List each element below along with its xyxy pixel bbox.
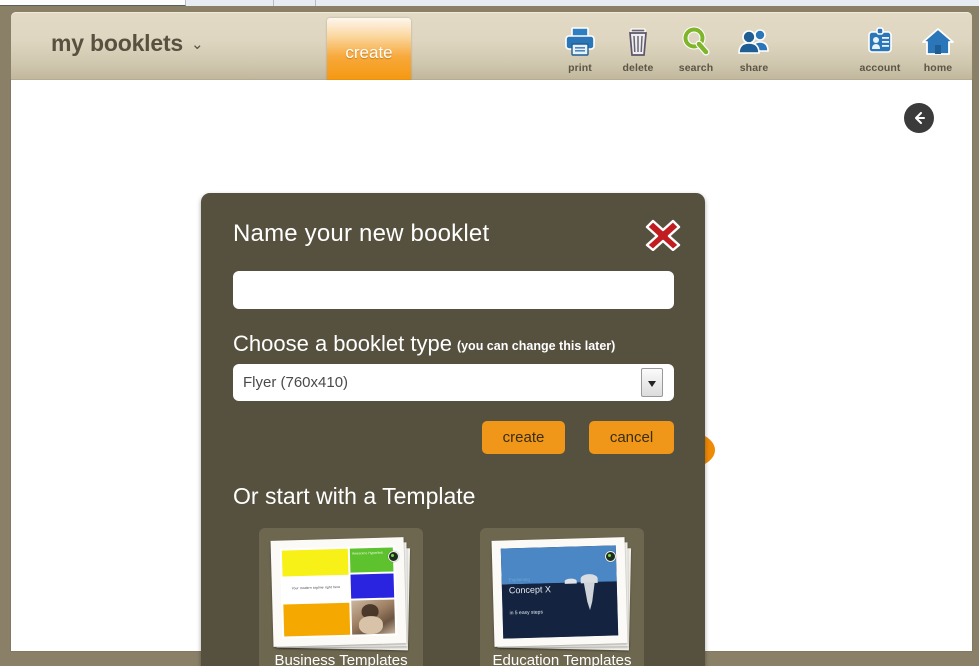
preview-iceberg-top <box>580 573 598 584</box>
toolbar-label-home: home <box>923 62 953 74</box>
chevron-down-icon: ⌄ <box>191 36 204 53</box>
back-button[interactable] <box>904 103 934 133</box>
page-frame: my booklets ⌄ create print delete search… <box>0 6 979 666</box>
preview-line-1: Explaining <box>508 576 530 583</box>
template-caption-business: Business Templates <box>274 652 408 666</box>
create-button[interactable]: create <box>482 421 565 454</box>
preview-line-2: Concept X <box>508 584 552 596</box>
print-icon <box>551 26 609 59</box>
toolbar-button-home[interactable]: home <box>909 26 967 74</box>
template-tile-business[interactable]: Your modern tagline right here Awesome H… <box>259 528 423 666</box>
business-template-preview: Your modern tagline right here Awesome H… <box>279 545 398 639</box>
paper-sheet-front: Your modern tagline right here Awesome H… <box>270 537 407 647</box>
preview-block-blue <box>350 573 395 599</box>
delete-icon <box>609 26 667 59</box>
toolbar-label-print: print <box>568 62 592 74</box>
preview-block-yellow <box>281 548 349 577</box>
dialog-title: Name your new booklet <box>233 220 490 247</box>
toolbar-button-search[interactable]: search <box>667 26 725 74</box>
arrow-left-icon <box>904 110 934 126</box>
home-icon <box>909 26 967 59</box>
template-caption-education: Education Templates <box>492 652 632 666</box>
template-tile-education[interactable]: Explaining Concept X in 5 easy steps Edu… <box>480 528 644 666</box>
toolbar-button-share[interactable]: share <box>725 26 783 74</box>
template-section-heading: Or start with a Template <box>233 483 476 509</box>
toolbar-label-search: search <box>678 62 714 74</box>
tab-create[interactable]: create <box>327 18 411 80</box>
template-badge-icon <box>605 551 616 562</box>
tab-create-label: create <box>345 43 393 62</box>
preview-block-orange <box>283 602 351 637</box>
booklet-type-heading: Choose a booklet type (you can change thi… <box>233 331 615 357</box>
share-icon <box>725 26 783 59</box>
account-icon <box>851 26 909 59</box>
brand-menu[interactable]: my booklets ⌄ <box>51 30 204 57</box>
preview-ice-chunk <box>564 578 577 584</box>
booklet-type-heading-text: Choose a booklet type <box>233 331 452 356</box>
toolbar-label-delete: delete <box>622 62 654 74</box>
template-paper-stack: Explaining Concept X in 5 easy steps <box>491 537 632 651</box>
toolbar-label-share: share <box>739 62 769 74</box>
search-icon <box>667 26 725 59</box>
cancel-button[interactable]: cancel <box>589 421 674 454</box>
template-paper-stack: Your modern tagline right here Awesome H… <box>270 537 411 651</box>
brand-label: my booklets <box>51 30 184 56</box>
preview-line-3: in 5 easy steps <box>509 609 544 617</box>
booklet-name-input[interactable] <box>233 271 674 309</box>
toolbar-button-delete[interactable]: delete <box>609 26 667 74</box>
new-booklet-dialog: Name your new booklet Choose a booklet t… <box>201 193 705 666</box>
booklet-type-hint: (you can change this later) <box>456 339 616 353</box>
preview-photo <box>351 599 396 635</box>
close-button[interactable] <box>643 213 683 252</box>
booklet-type-select[interactable]: Flyer (760x410) <box>233 364 674 401</box>
top-navigation-bar: my booklets ⌄ create print delete search… <box>11 12 972 80</box>
template-badge-icon <box>388 551 399 562</box>
close-icon <box>643 219 683 255</box>
education-template-preview: Explaining Concept X in 5 easy steps <box>500 545 619 639</box>
toolbar-button-account[interactable]: account <box>851 26 909 74</box>
toolbar-label-account: account <box>859 62 901 74</box>
content-area: Name your new booklet Choose a booklet t… <box>11 80 972 666</box>
toolbar-button-print[interactable]: print <box>551 26 609 74</box>
